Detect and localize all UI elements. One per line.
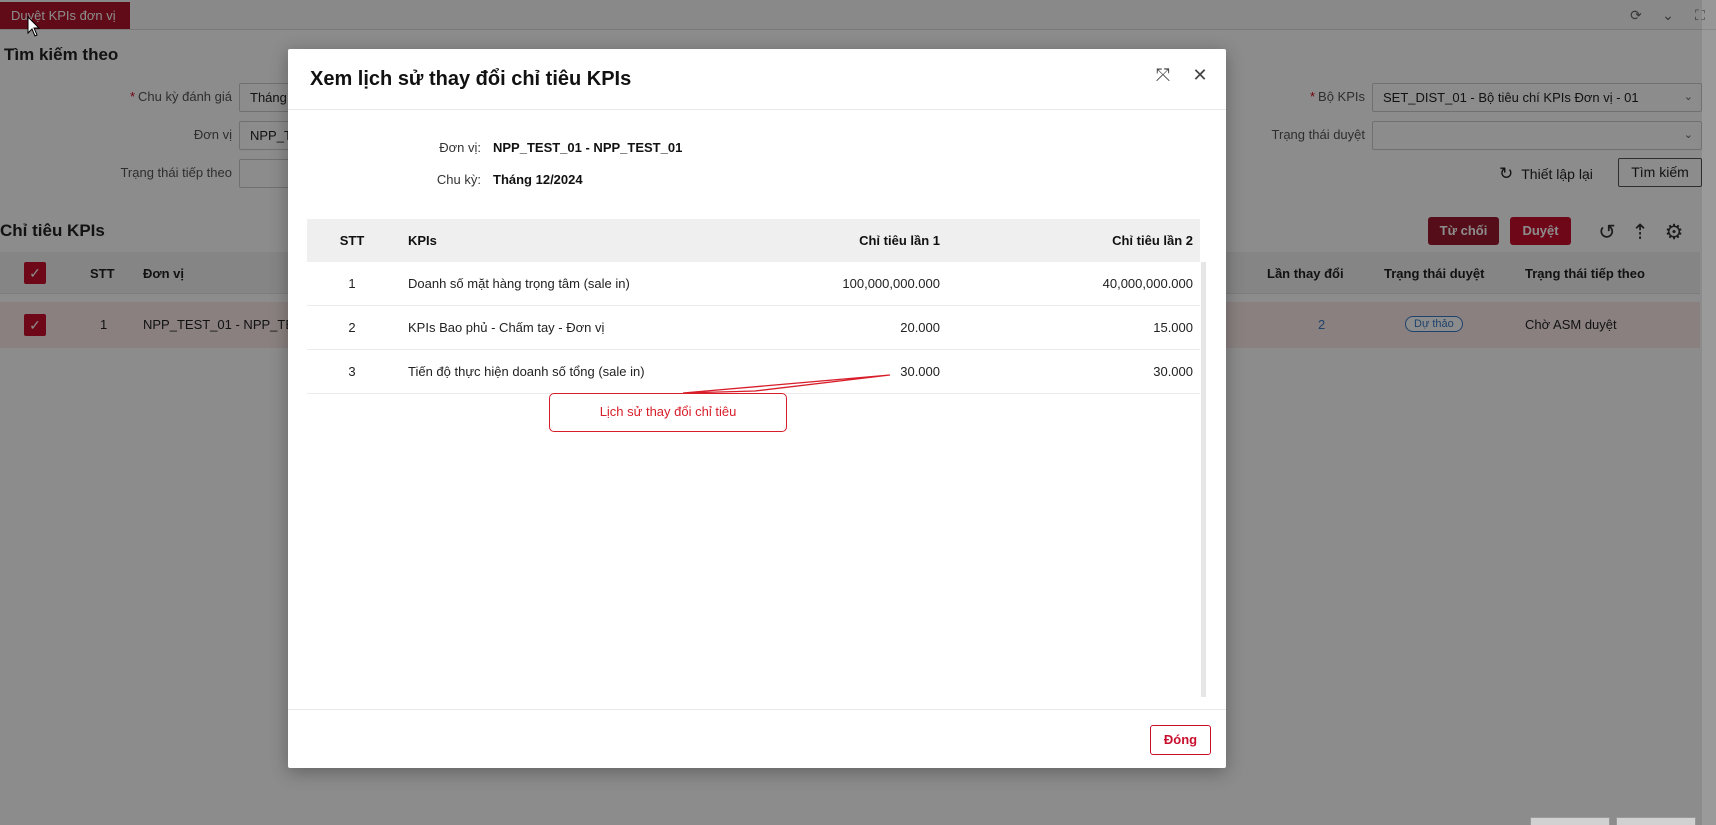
table-row: 2 KPIs Bao phủ - Chấm tay - Đơn vị 20.00… [307, 306, 1200, 350]
table-row: 3 Tiến độ thực hiện doanh số tổng (sale … [307, 350, 1200, 394]
cell-stt: 3 [348, 364, 356, 379]
table-scrollbar[interactable] [1201, 262, 1206, 697]
callout-annotation: Lịch sử thay đổi chỉ tiêu [549, 393, 787, 432]
mouse-cursor-icon [27, 16, 41, 37]
cell-target-2: 30.000 [1153, 364, 1193, 379]
col-stt: STT [339, 233, 365, 248]
info-cycle-label: Chu kỳ: [436, 172, 481, 187]
cell-stt: 1 [348, 276, 356, 291]
close-button[interactable]: Đóng [1150, 725, 1211, 755]
cell-kpi: Tiến độ thực hiện doanh số tổng (sale in… [408, 364, 645, 379]
cell-kpi: Doanh số mặt hàng trọng tâm (sale in) [408, 276, 630, 291]
cell-target-1: 30.000 [900, 364, 940, 379]
info-unit-value: NPP_TEST_01 - NPP_TEST_01 [493, 140, 683, 155]
modal-header: Xem lịch sử thay đổi chỉ tiêu KPIs ⤧ ✕ [288, 49, 1226, 110]
cell-target-2: 15.000 [1153, 320, 1193, 335]
history-table-header: STT KPIs Chỉ tiêu lần 1 Chỉ tiêu lần 2 [307, 219, 1200, 262]
pager-hint [1530, 815, 1696, 825]
fullscreen-icon[interactable]: ⤧ [1150, 62, 1176, 88]
cell-kpi: KPIs Bao phủ - Chấm tay - Đơn vị [408, 320, 605, 335]
page-scrollbar[interactable] [1702, 0, 1716, 825]
col-kpis: KPIs [408, 233, 437, 248]
cell-target-2: 40,000,000.000 [1102, 276, 1193, 291]
modal-title: Xem lịch sử thay đổi chỉ tiêu KPIs [310, 68, 632, 90]
col-target-1: Chỉ tiêu lần 1 [859, 233, 940, 248]
cell-target-1: 100,000,000.000 [842, 276, 940, 291]
cell-stt: 2 [348, 320, 356, 335]
info-cycle-value: Tháng 12/2024 [493, 172, 583, 187]
cell-target-1: 20.000 [900, 320, 940, 335]
col-target-2: Chỉ tiêu lần 2 [1112, 233, 1193, 248]
info-unit-label: Đơn vị: [439, 140, 481, 155]
table-row: 1 Doanh số mặt hàng trọng tâm (sale in) … [307, 262, 1200, 306]
close-icon[interactable]: ✕ [1187, 62, 1213, 88]
modal-footer: Đóng [288, 709, 1226, 768]
kpi-history-modal: Xem lịch sử thay đổi chỉ tiêu KPIs ⤧ ✕ Đ… [288, 49, 1226, 768]
